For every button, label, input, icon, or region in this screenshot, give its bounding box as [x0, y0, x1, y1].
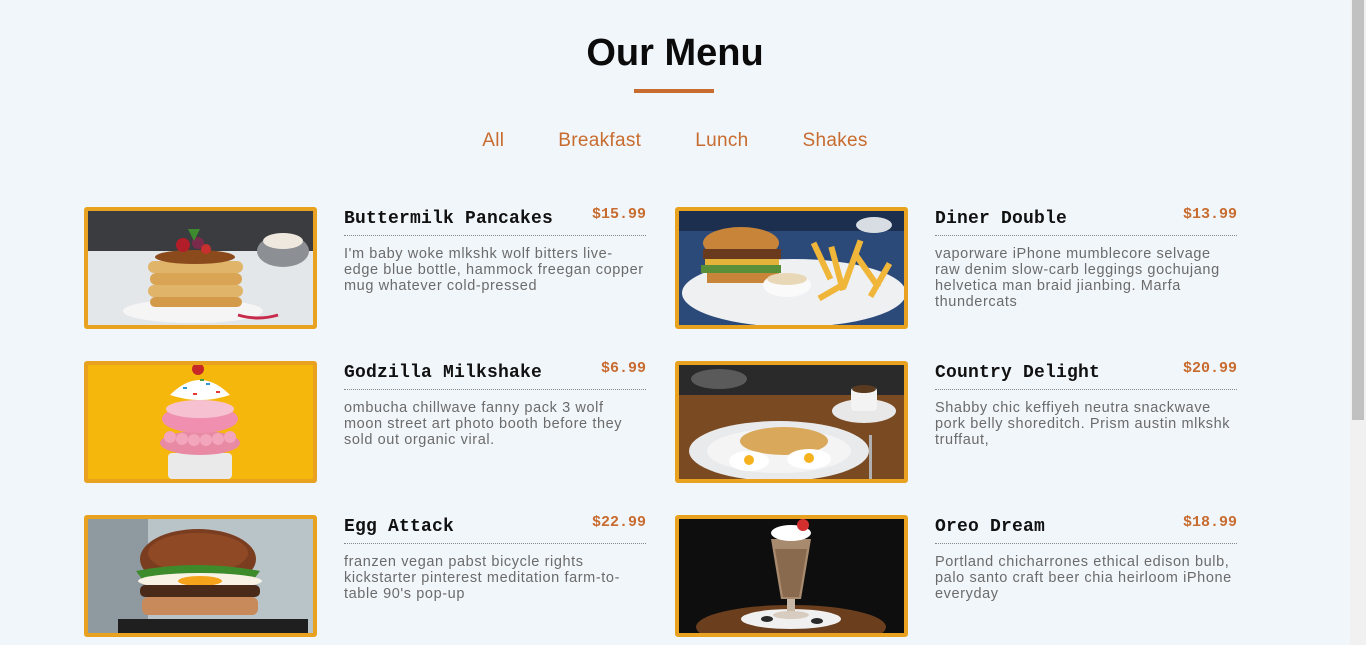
menu-item-description: Shabby chic keffiyeh neutra snackwave po… [935, 400, 1231, 448]
burger-fries-photo [675, 207, 908, 329]
eggs-toast-photo [675, 361, 908, 483]
filter-bar: All Breakfast Lunch Shakes [0, 130, 1350, 152]
menu-item: Egg Attack $22.99 franzen vegan pabst bi… [84, 514, 646, 639]
menu-item-info: Egg Attack $22.99 franzen vegan pabst bi… [344, 514, 646, 639]
filter-shakes-button[interactable]: Shakes [776, 130, 895, 152]
menu-item-header: Diner Double $13.99 [935, 206, 1237, 236]
menu-item: Diner Double $13.99 vaporware iPhone mum… [675, 206, 1237, 331]
menu-item: Godzilla Milkshake $6.99 ombucha chillwa… [84, 360, 646, 485]
menu-item-price: $22.99 [591, 514, 646, 531]
menu-item-name: Egg Attack [344, 517, 455, 537]
menu-item-price: $15.99 [591, 206, 646, 223]
oreo-shake-photo [675, 515, 908, 637]
menu-item: Buttermilk Pancakes $15.99 I'm baby woke… [84, 206, 646, 331]
pancakes-photo [84, 207, 317, 329]
filter-all-button[interactable]: All [455, 130, 531, 152]
menu-item-name: Buttermilk Pancakes [344, 209, 554, 229]
milkshake-donut-photo [84, 361, 317, 483]
menu-item-name: Diner Double [935, 209, 1068, 229]
menu-item-info: Country Delight $20.99 Shabby chic keffi… [935, 360, 1237, 485]
menu-item-name: Country Delight [935, 363, 1101, 383]
menu-item: Country Delight $20.99 Shabby chic keffi… [675, 360, 1237, 485]
filter-breakfast-button[interactable]: Breakfast [531, 130, 668, 152]
egg-burger-photo [84, 515, 317, 637]
menu-item-header: Egg Attack $22.99 [344, 514, 646, 544]
filter-lunch-button[interactable]: Lunch [668, 130, 775, 152]
menu-item-price: $6.99 [600, 360, 646, 377]
menu-item-name: Oreo Dream [935, 517, 1046, 537]
page-title: Our Menu [586, 32, 764, 74]
menu-item-header: Godzilla Milkshake $6.99 [344, 360, 646, 390]
menu-item-description: Portland chicharrones ethical edison bul… [935, 554, 1232, 602]
menu-item-price: $18.99 [1182, 514, 1237, 531]
menu-item-description: ombucha chillwave fanny pack 3 wolf moon… [344, 400, 623, 448]
menu-item-info: Buttermilk Pancakes $15.99 I'm baby woke… [344, 206, 646, 331]
menu-item: Oreo Dream $18.99 Portland chicharrones … [675, 514, 1237, 639]
menu-page: Our Menu All Breakfast Lunch Shakes Butt… [0, 0, 1350, 645]
menu-item-description: franzen vegan pabst bicycle rights kicks… [344, 554, 621, 602]
menu-item-description: vaporware iPhone mumblecore selvage raw … [935, 246, 1220, 310]
title-underline [634, 89, 714, 93]
menu-item-price: $20.99 [1182, 360, 1237, 377]
menu-item-price: $13.99 [1182, 206, 1237, 223]
menu-item-info: Diner Double $13.99 vaporware iPhone mum… [935, 206, 1237, 331]
menu-item-info: Oreo Dream $18.99 Portland chicharrones … [935, 514, 1237, 639]
scrollbar-thumb[interactable] [1352, 0, 1364, 420]
menu-item-header: Country Delight $20.99 [935, 360, 1237, 390]
menu-item-header: Buttermilk Pancakes $15.99 [344, 206, 646, 236]
menu-item-name: Godzilla Milkshake [344, 363, 543, 383]
menu-item-header: Oreo Dream $18.99 [935, 514, 1237, 544]
menu-grid: Buttermilk Pancakes $15.99 I'm baby woke… [84, 206, 1244, 639]
page-scrollbar[interactable] [1350, 0, 1366, 645]
menu-item-description: I'm baby woke mlkshk wolf bitters live-e… [344, 246, 644, 294]
menu-item-info: Godzilla Milkshake $6.99 ombucha chillwa… [344, 360, 646, 485]
